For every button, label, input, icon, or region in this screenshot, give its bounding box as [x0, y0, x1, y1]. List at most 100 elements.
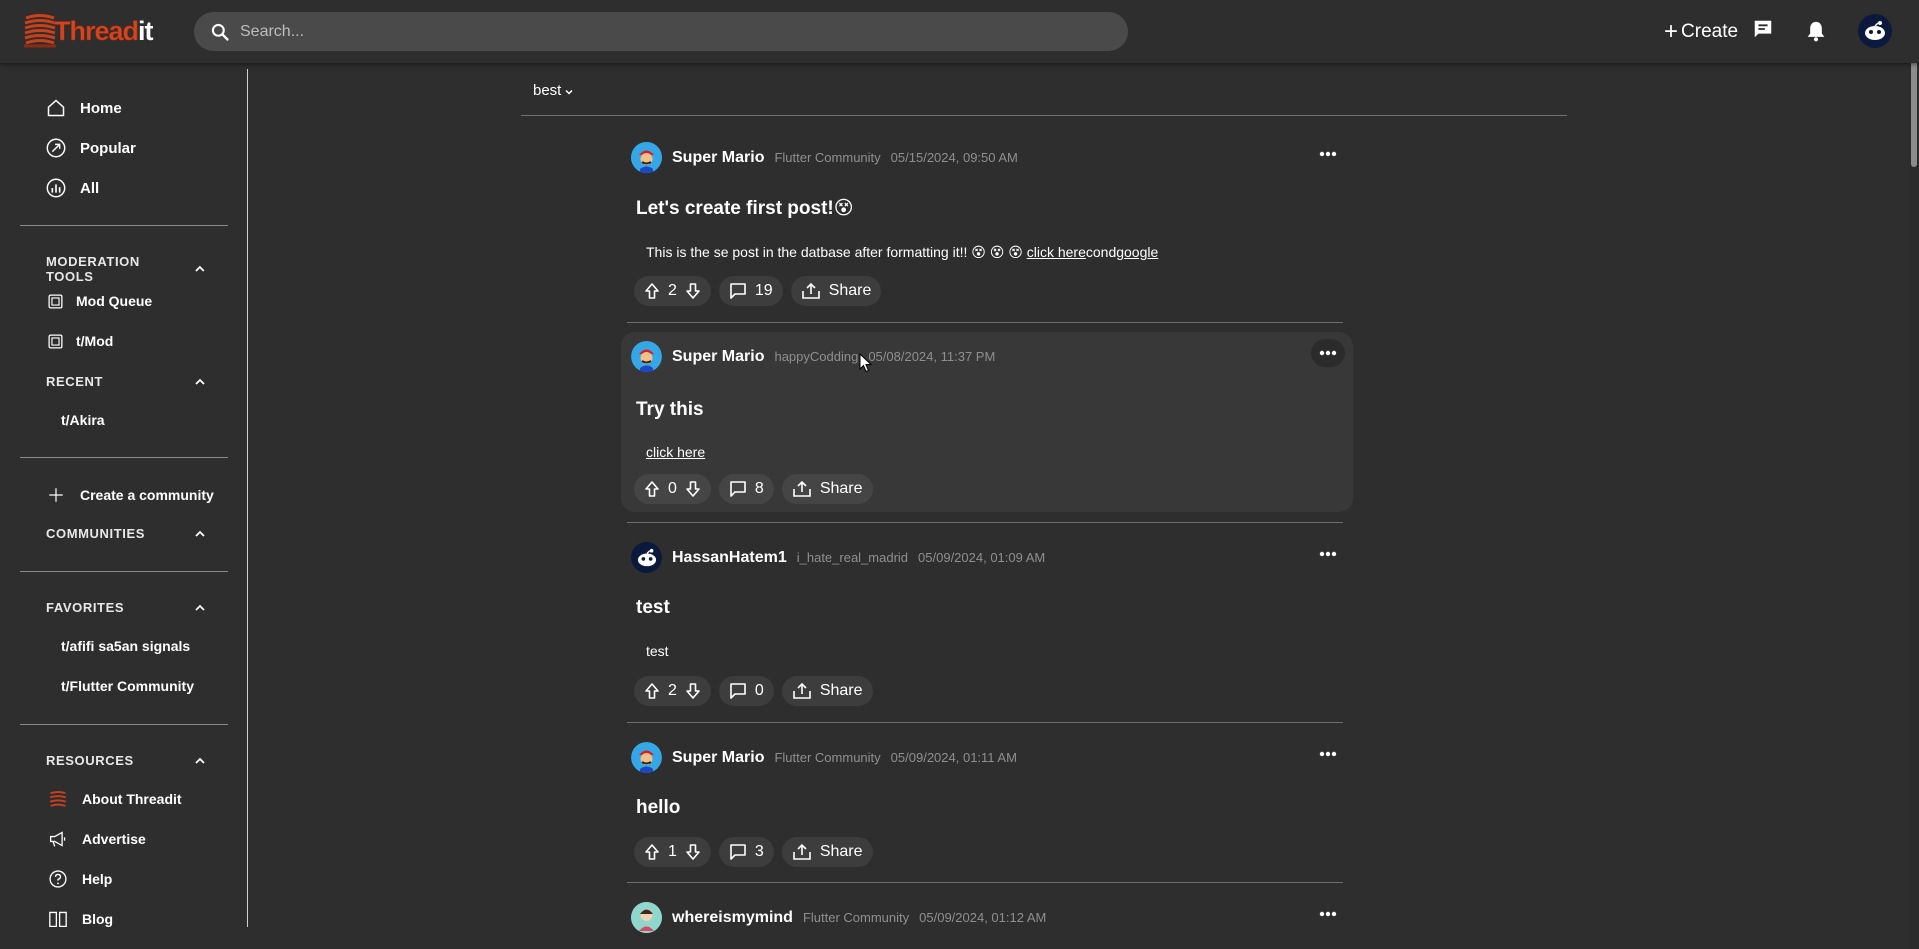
communities-section[interactable]: COMMUNITIES [46, 526, 206, 541]
plus-icon: + [1664, 17, 1679, 45]
post-link[interactable]: click here [646, 444, 705, 460]
post-title[interactable]: test [636, 597, 670, 619]
sidebar-item-help[interactable]: Help [46, 867, 112, 891]
post-body: click here [646, 444, 705, 460]
post-divider [627, 322, 1343, 323]
comment-icon [730, 481, 746, 497]
sidebar-item-advertise[interactable]: Advertise [46, 827, 146, 851]
search-input[interactable] [240, 22, 1100, 41]
threadit-logo[interactable]: Threadit [22, 10, 153, 52]
mario-avatar[interactable] [631, 341, 662, 372]
comments-button[interactable]: 0 [718, 676, 774, 706]
sidebar-item-flutter-community[interactable]: t/Flutter Community [61, 678, 194, 694]
page-scrollbar[interactable] [1909, 0, 1919, 949]
post-community[interactable]: Flutter Community [803, 910, 909, 925]
recent-section[interactable]: RECENT [46, 374, 206, 389]
sidebar-item-all[interactable]: All [44, 176, 99, 200]
share-button[interactable]: Share [781, 837, 873, 867]
more-options-button[interactable] [1311, 339, 1345, 367]
post-title[interactable]: Try this [636, 399, 704, 421]
sidebar-item-blog[interactable]: Blog [46, 907, 113, 931]
post-title[interactable]: hello [636, 797, 680, 819]
post-title[interactable]: Let's create first post!😵 [636, 197, 854, 220]
post-community[interactable]: Flutter Community [774, 750, 880, 765]
top-header: Threadit +Create [0, 0, 1919, 63]
share-button[interactable]: Share [790, 276, 882, 306]
post-link[interactable]: google [1116, 244, 1158, 260]
sidebar-item-popular[interactable]: Popular [44, 136, 136, 160]
more-options-button[interactable] [1311, 740, 1345, 768]
post-community[interactable]: happyCodding [774, 349, 858, 364]
post-author[interactable]: Super Mario [672, 149, 764, 167]
resources-section[interactable]: RESOURCES [46, 753, 206, 768]
comment-icon [730, 283, 746, 299]
search-icon [211, 23, 229, 41]
post-header: Super Mario Flutter Community 05/15/2024… [631, 142, 1018, 173]
sidebar-divider [247, 69, 248, 927]
upvote-icon[interactable] [644, 282, 660, 300]
robot-avatar[interactable] [631, 542, 662, 573]
sidebar-item-akira[interactable]: t/Akira [61, 412, 105, 428]
favorites-section[interactable]: FAVORITES [46, 600, 206, 615]
comments-button[interactable]: 19 [718, 276, 783, 306]
vote-control: 0 [634, 474, 711, 504]
post-card[interactable]: Super Mario Flutter Community 05/15/2024… [621, 130, 1353, 323]
post-card[interactable]: whereismymind Flutter Community 05/09/20… [621, 890, 1353, 949]
post-date: 05/08/2024, 11:37 PM [868, 349, 996, 364]
post-author[interactable]: Super Mario [672, 348, 764, 366]
post-author[interactable]: HassanHatem1 [672, 549, 787, 567]
vote-control: 1 [634, 837, 711, 867]
chat-icon[interactable] [1752, 18, 1774, 40]
robot-avatar-icon [1865, 21, 1885, 40]
more-options-button[interactable] [1311, 540, 1345, 568]
chevron-up-icon [195, 757, 205, 764]
post-community[interactable]: Flutter Community [774, 150, 880, 165]
trending-icon [44, 136, 68, 160]
post-author[interactable]: Super Mario [672, 749, 764, 767]
post-card[interactable]: HassanHatem1 i_hate_real_madrid 05/09/20… [621, 530, 1353, 723]
bell-icon[interactable] [1806, 20, 1826, 42]
moderation-tools-section[interactable]: MODERATION TOOLS [46, 254, 206, 284]
downvote-icon[interactable] [685, 682, 701, 700]
search-bar[interactable] [194, 12, 1128, 51]
mario-avatar[interactable] [631, 142, 662, 173]
chart-icon [44, 176, 68, 200]
more-options-button[interactable] [1311, 900, 1345, 928]
upvote-icon[interactable] [644, 480, 660, 498]
upvote-icon[interactable] [644, 682, 660, 700]
downvote-icon[interactable] [685, 480, 701, 498]
post-divider [627, 882, 1343, 883]
upvote-icon[interactable] [644, 843, 660, 861]
mod-queue-icon [46, 289, 64, 313]
user-avatar[interactable] [1858, 14, 1892, 48]
downvote-icon[interactable] [685, 282, 701, 300]
plus-icon [44, 483, 68, 507]
share-button[interactable]: Share [781, 676, 873, 706]
help-icon [46, 867, 70, 891]
sidebar-item-mod-queue[interactable]: Mod Queue [46, 289, 152, 313]
more-horizontal-icon [1319, 911, 1337, 917]
mario-avatar[interactable] [631, 742, 662, 773]
post-author[interactable]: whereismymind [672, 909, 793, 927]
post-card[interactable]: Super Mario happyCodding 05/08/2024, 11:… [621, 332, 1353, 512]
sidebar-item-t-mod[interactable]: t/Mod [46, 329, 113, 353]
post-card[interactable]: Super Mario Flutter Community 05/09/2024… [621, 730, 1353, 883]
sidebar-item-afifi-sa5an-signals[interactable]: t/afifi sa5an signals [61, 638, 190, 654]
post-link[interactable]: click here [1027, 244, 1086, 260]
share-icon [793, 843, 811, 860]
share-button[interactable]: Share [781, 474, 873, 504]
post-divider [627, 722, 1343, 723]
post-date: 05/09/2024, 01:09 AM [918, 550, 1046, 565]
sidebar-item-about-threadit[interactable]: About Threadit [46, 787, 182, 811]
comments-button[interactable]: 8 [718, 474, 774, 504]
whereismymind-avatar[interactable] [631, 902, 662, 933]
post-community[interactable]: i_hate_real_madrid [797, 550, 908, 565]
create-button[interactable]: + Create [1664, 0, 1738, 63]
downvote-icon[interactable] [685, 843, 701, 861]
sidebar-divider-line [20, 457, 228, 458]
comments-button[interactable]: 3 [718, 837, 774, 867]
sort-dropdown[interactable]: best [533, 82, 574, 99]
sidebar-item-home[interactable]: Home [44, 96, 122, 120]
create-community-button[interactable]: Create a community [44, 483, 214, 507]
more-options-button[interactable] [1311, 140, 1345, 168]
